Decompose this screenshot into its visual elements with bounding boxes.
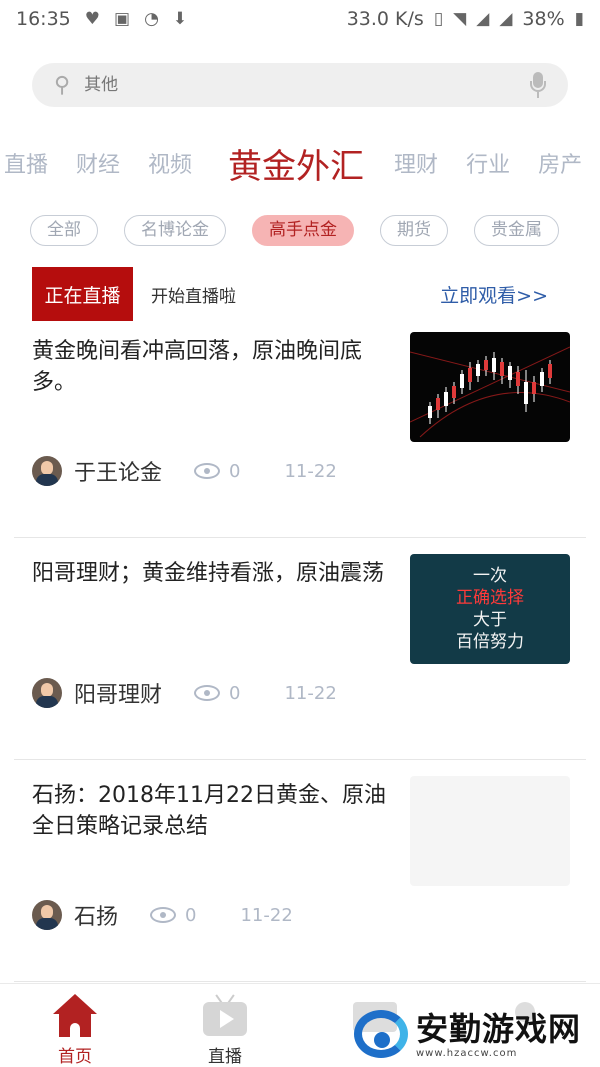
view-count: 0 <box>185 904 197 926</box>
subtab-all[interactable]: 全部 <box>30 215 98 246</box>
article-title[interactable]: 阳哥理财；黄金维持看涨，原油震荡 <box>32 558 394 589</box>
qq-icon: ◔ <box>144 9 159 29</box>
status-right: 33.0 K/s ▯ ◥ ◢ ◢ 38% ▮ <box>347 8 584 30</box>
thumb-line: 百倍努力 <box>456 632 524 652</box>
author-name[interactable]: 石扬 <box>74 899 118 931</box>
article-item[interactable]: 阳哥理财；黄金维持看涨，原油震荡 一次 正确选择 大于 百倍努力 阳哥理财 0 … <box>14 538 586 760</box>
image-icon: ▣ <box>114 9 131 29</box>
home-icon <box>53 994 97 1037</box>
watermark-text: 安勤游戏网 www.hzaccw.com <box>416 1010 581 1059</box>
eye-icon <box>194 463 221 479</box>
signal-icon-2: ◢ <box>499 9 513 29</box>
tab-finance[interactable]: 财经 <box>76 147 120 179</box>
watch-now-link[interactable]: 立即观看>> <box>440 281 548 308</box>
thumb-line: 大于 <box>473 610 507 630</box>
article-date: 11-22 <box>240 904 293 926</box>
status-bar: 16:35 ♥ ▣ ◔ ⬇ 33.0 K/s ▯ ◥ ◢ ◢ 38% ▮ <box>0 0 600 38</box>
tab-live[interactable]: 直播 <box>4 147 48 179</box>
watermark-url: www.hzaccw.com <box>416 1047 518 1059</box>
article-thumbnail[interactable] <box>410 776 570 886</box>
article-date: 11-22 <box>284 460 337 482</box>
sub-tabs: 全部 名博论金 高手点金 期货 贵金属 <box>30 215 600 247</box>
download-icon: ⬇ <box>172 9 188 29</box>
article-item[interactable]: 黄金晚间看冲高回落，原油晚间底多。 于王论金 0 11-22 <box>14 316 586 538</box>
author-name[interactable]: 阳哥理财 <box>74 677 162 709</box>
subtab-famous-blogs[interactable]: 名博论金 <box>124 215 226 246</box>
live-badge: 正在直播 <box>32 267 133 321</box>
article-title[interactable]: 黄金晚间看冲高回落，原油晚间底多。 <box>32 336 394 398</box>
battery-level: 38% <box>522 8 565 30</box>
tab-real-estate[interactable]: 房产 <box>538 147 582 179</box>
author-name[interactable]: 于王论金 <box>74 455 162 487</box>
nav-label: 首页 <box>58 1047 92 1067</box>
channel-tabs: 直播 财经 视频 黄金外汇 理财 行业 房产 <box>0 133 600 193</box>
tab-video[interactable]: 视频 <box>148 147 192 179</box>
tab-gold-forex[interactable]: 黄金外汇 <box>228 139 364 188</box>
network-speed: 33.0 K/s <box>346 8 424 30</box>
nav-live[interactable]: 直播 <box>150 984 300 1067</box>
article-title[interactable]: 石扬：2018年11月22日黄金、原油全日策略记录总结 <box>32 780 394 842</box>
search-icon: ⚲ <box>54 72 71 98</box>
microphone-icon[interactable] <box>530 72 546 98</box>
subtab-expert-tips[interactable]: 高手点金 <box>252 215 354 246</box>
article-meta: 于王论金 0 11-22 <box>32 454 337 488</box>
watermark-logo-icon <box>352 1006 412 1062</box>
eye-icon <box>194 685 221 701</box>
live-banner[interactable]: 正在直播 开始直播啦 立即观看>> <box>32 267 568 321</box>
search-input[interactable] <box>84 75 530 95</box>
vibrate-icon: ▯ <box>433 9 444 29</box>
signal-icon: ◢ <box>476 9 490 29</box>
article-meta: 阳哥理财 0 11-22 <box>32 676 337 710</box>
candlestick-chart-thumbnail <box>410 346 570 438</box>
battery-icon: ▮ <box>574 9 584 29</box>
subtab-futures[interactable]: 期货 <box>380 215 448 246</box>
nav-label: 直播 <box>208 1047 242 1067</box>
heart-icon: ♥ <box>84 9 101 29</box>
search-bar[interactable]: ⚲ <box>32 63 568 107</box>
view-count: 0 <box>229 460 241 482</box>
live-description: 开始直播啦 <box>151 286 236 307</box>
status-left: 16:35 ♥ ▣ ◔ ⬇ <box>16 8 187 30</box>
author-avatar[interactable] <box>32 900 62 930</box>
watermark: 安勤游戏网 www.hzaccw.com <box>352 1003 598 1065</box>
author-avatar[interactable] <box>32 456 62 486</box>
article-thumbnail[interactable]: 一次 正确选择 大于 百倍努力 <box>410 554 570 664</box>
article-thumbnail[interactable] <box>410 332 570 442</box>
tab-wealth[interactable]: 理财 <box>394 147 438 179</box>
nav-home[interactable]: 首页 <box>0 984 150 1067</box>
thumb-line: 正确选择 <box>456 588 524 608</box>
tv-icon <box>203 994 247 1036</box>
article-date: 11-22 <box>284 682 337 704</box>
eye-icon <box>150 907 177 923</box>
watermark-name: 安勤游戏网 <box>416 1009 582 1048</box>
wifi-icon: ◥ <box>453 9 467 29</box>
article-meta: 石扬 0 11-22 <box>32 898 293 932</box>
thumb-line: 一次 <box>473 566 507 586</box>
author-avatar[interactable] <box>32 678 62 708</box>
article-item[interactable]: 石扬：2018年11月22日黄金、原油全日策略记录总结 石扬 0 11-22 <box>14 760 586 982</box>
view-count: 0 <box>229 682 241 704</box>
tab-industry[interactable]: 行业 <box>466 147 510 179</box>
status-time: 16:35 <box>16 8 71 30</box>
subtab-precious-metals[interactable]: 贵金属 <box>474 215 559 246</box>
